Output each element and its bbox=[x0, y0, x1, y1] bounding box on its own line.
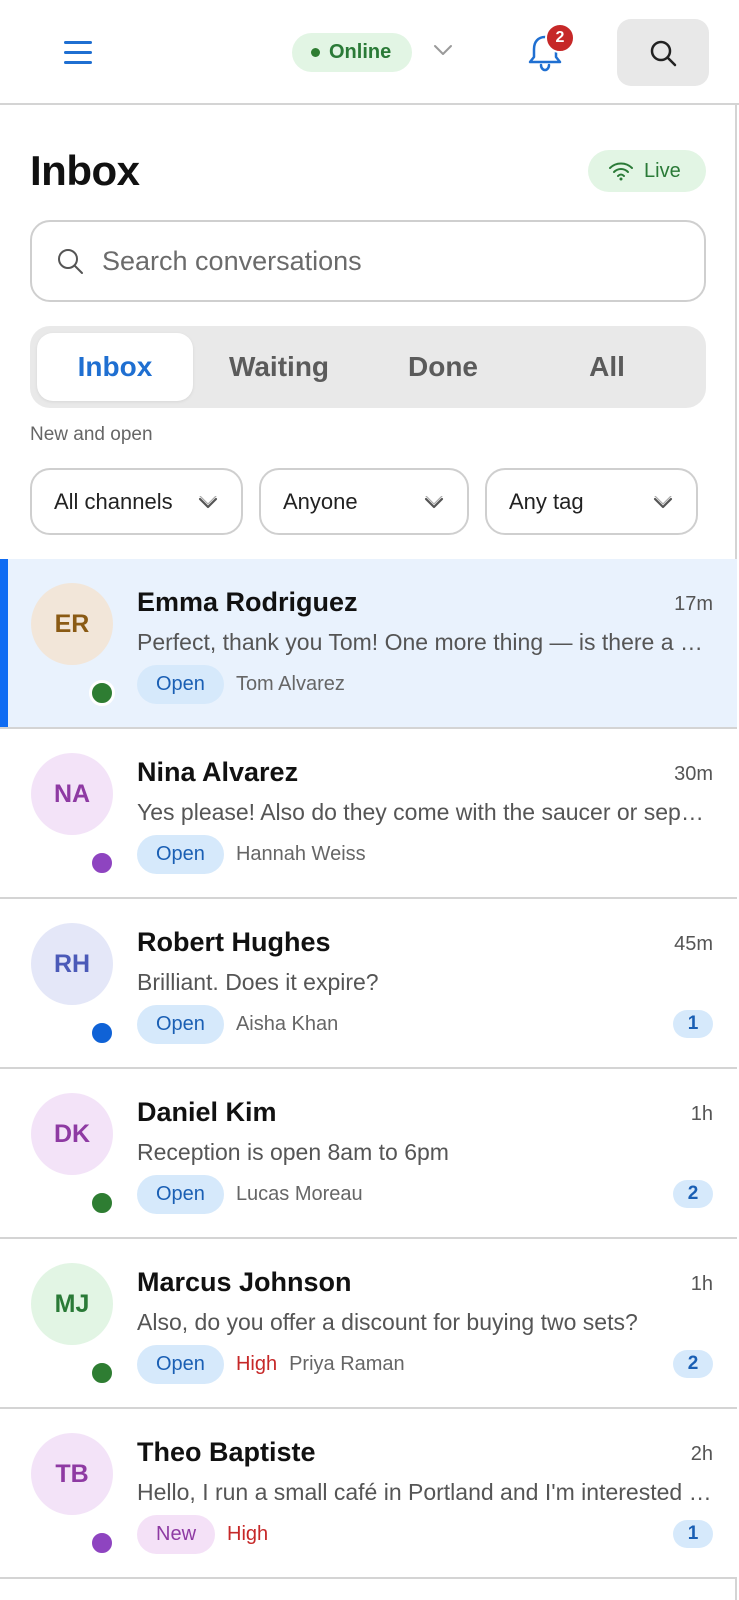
contact-name: Daniel Kim bbox=[137, 1097, 277, 1127]
avatar-initials: NA bbox=[53, 779, 91, 808]
conversation-row[interactable]: TB Theo Baptiste 2h Hello, I run a small… bbox=[0, 1409, 737, 1579]
conversation-meta: Open Hannah Weiss bbox=[137, 834, 366, 874]
unread-count-badge: 2 bbox=[673, 1180, 713, 1208]
unread-count-badge: 1 bbox=[673, 1010, 713, 1038]
avatar: ER bbox=[31, 583, 113, 665]
live-label: Live bbox=[644, 159, 681, 182]
message-time: 1h bbox=[690, 1103, 713, 1125]
avatar-initials: DK bbox=[53, 1119, 91, 1148]
priority-label: High bbox=[227, 1522, 269, 1545]
chevron-down-icon bbox=[198, 496, 218, 509]
avatar: NA bbox=[31, 753, 113, 835]
presence-indicator bbox=[89, 680, 115, 706]
presence-indicator bbox=[89, 1360, 115, 1386]
avatar-initials: RH bbox=[53, 949, 91, 978]
assignee-name: Tom Alvarez bbox=[235, 672, 345, 695]
search-button[interactable] bbox=[617, 19, 709, 86]
assignee-name: Priya Raman bbox=[289, 1352, 405, 1375]
conversation-meta: Open Tom Alvarez bbox=[137, 664, 345, 704]
search-icon bbox=[58, 249, 83, 274]
search-conversations-field[interactable] bbox=[30, 220, 706, 302]
avatar-initials: MJ bbox=[54, 1289, 90, 1318]
contact-name: Nina Alvarez bbox=[137, 757, 299, 787]
wifi-icon bbox=[609, 162, 633, 181]
inbox-panel: Inbox Live Inbox Waiting Done All New an… bbox=[0, 105, 737, 1600]
search-icon bbox=[650, 40, 677, 66]
message-preview: Also, do you offer a discount for buying… bbox=[137, 1309, 638, 1335]
tag-filter[interactable]: Any tag bbox=[485, 468, 698, 535]
presence-indicator bbox=[89, 1530, 115, 1556]
avatar: RH bbox=[31, 923, 113, 1005]
conversation-meta: Open Lucas Moreau bbox=[137, 1174, 363, 1214]
assignee-filter-label: Anyone bbox=[283, 488, 358, 514]
top-bar: Online 2 bbox=[0, 0, 739, 105]
status-tabs: Inbox Waiting Done All bbox=[30, 326, 706, 408]
conversation-list: ER Emma Rodriguez 17m Perfect, thank you… bbox=[0, 559, 737, 1579]
avatar: MJ bbox=[31, 1263, 113, 1345]
contact-name: Theo Baptiste bbox=[137, 1437, 316, 1467]
conversation-row[interactable]: NA Nina Alvarez 30m Yes please! Also do … bbox=[0, 729, 737, 899]
menu-icon[interactable] bbox=[64, 39, 92, 65]
status-pill[interactable]: Online bbox=[292, 33, 412, 72]
assignee-name: Hannah Weiss bbox=[235, 842, 366, 865]
message-preview: Reception is open 8am to 6pm bbox=[137, 1139, 449, 1165]
conversation-row[interactable]: RH Robert Hughes 45m Brilliant. Does it … bbox=[0, 899, 737, 1069]
presence-indicator bbox=[89, 1020, 115, 1046]
status-badge: Open bbox=[137, 834, 224, 874]
status-badge: Open bbox=[137, 1344, 224, 1384]
avatar-initials: TB bbox=[55, 1459, 89, 1488]
live-indicator: Live bbox=[588, 150, 706, 192]
message-preview: Perfect, thank you Tom! One more thing —… bbox=[137, 629, 712, 655]
notification-badge: 2 bbox=[545, 23, 575, 53]
tab-all[interactable]: All bbox=[527, 333, 687, 401]
assignee-name: Lucas Moreau bbox=[235, 1182, 363, 1205]
message-time: 45m bbox=[674, 933, 713, 955]
priority-label: High bbox=[235, 1352, 278, 1375]
status-badge: Open bbox=[137, 664, 224, 704]
tab-inbox[interactable]: Inbox bbox=[37, 333, 193, 401]
contact-name: Marcus Johnson bbox=[137, 1267, 352, 1297]
message-time: 17m bbox=[674, 593, 713, 615]
message-preview: Brilliant. Does it expire? bbox=[137, 969, 379, 995]
channel-filter-label: All channels bbox=[54, 488, 173, 514]
status-badge: New bbox=[137, 1514, 216, 1554]
message-preview: Yes please! Also do they come with the s… bbox=[137, 799, 712, 825]
message-preview: Hello, I run a small café in Portland an… bbox=[137, 1479, 712, 1505]
message-time: 1h bbox=[690, 1273, 713, 1295]
contact-name: Robert Hughes bbox=[137, 927, 331, 957]
search-input[interactable] bbox=[102, 245, 662, 277]
presence-indicator bbox=[89, 850, 115, 876]
tab-description: New and open bbox=[30, 424, 153, 445]
assignee-name: Aisha Khan bbox=[235, 1012, 339, 1035]
message-time: 2h bbox=[690, 1443, 713, 1465]
avatar: DK bbox=[31, 1093, 113, 1175]
chevron-down-icon bbox=[653, 496, 673, 509]
conversation-row[interactable]: MJ Marcus Johnson 1h Also, do you offer … bbox=[0, 1239, 737, 1409]
tab-done[interactable]: Done bbox=[363, 333, 523, 401]
tag-filter-label: Any tag bbox=[509, 488, 584, 514]
conversation-meta: New High bbox=[137, 1514, 268, 1554]
conversation-row[interactable]: DK Daniel Kim 1h Reception is open 8am t… bbox=[0, 1069, 737, 1239]
message-time: 30m bbox=[674, 763, 713, 785]
conversation-row[interactable]: ER Emma Rodriguez 17m Perfect, thank you… bbox=[0, 559, 737, 729]
chevron-down-icon bbox=[424, 496, 444, 509]
status-badge: Open bbox=[137, 1004, 224, 1044]
status-label: Online bbox=[329, 41, 392, 63]
conversation-meta: Open Aisha Khan bbox=[137, 1004, 338, 1044]
contact-name: Emma Rodriguez bbox=[137, 587, 358, 617]
assignee-filter[interactable]: Anyone bbox=[259, 468, 469, 535]
status-dot-icon bbox=[311, 48, 320, 57]
channel-filter[interactable]: All channels bbox=[30, 468, 243, 535]
conversation-meta: Open High Priya Raman bbox=[137, 1344, 405, 1384]
status-badge: Open bbox=[137, 1174, 224, 1214]
chevron-down-icon[interactable] bbox=[432, 43, 454, 57]
avatar-initials: ER bbox=[54, 609, 90, 638]
presence-indicator bbox=[89, 1190, 115, 1216]
page-title: Inbox bbox=[30, 147, 140, 194]
tab-waiting[interactable]: Waiting bbox=[199, 333, 359, 401]
avatar: TB bbox=[31, 1433, 113, 1515]
unread-count-badge: 1 bbox=[673, 1520, 713, 1548]
unread-count-badge: 2 bbox=[673, 1350, 713, 1378]
